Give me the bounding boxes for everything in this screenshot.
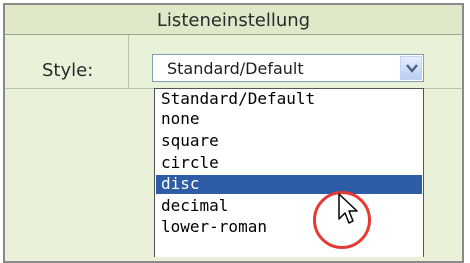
dropdown-option-circle[interactable]: circle (159, 154, 423, 173)
style-select-value: Standard/Default (167, 59, 304, 78)
dropdown-option-lower-roman[interactable]: lower-roman (159, 218, 423, 237)
style-label: Style: (42, 60, 94, 81)
chevron-down-icon (406, 64, 418, 73)
dropdown-option-square[interactable]: square (159, 132, 423, 151)
panel-header: Listeneinstellung (5, 5, 462, 35)
style-select[interactable]: Standard/Default (152, 54, 424, 82)
style-dropdown-list: Standard/Default none square circle disc… (154, 88, 424, 257)
dropdown-option-disc[interactable]: disc (156, 175, 422, 194)
select-dropdown-button[interactable] (400, 56, 422, 80)
dropdown-option-none[interactable]: none (159, 110, 423, 129)
dropdown-option-decimal[interactable]: decimal (159, 197, 423, 216)
arrow-cursor-icon (338, 193, 358, 224)
panel-title: Listeneinstellung (156, 10, 311, 31)
dropdown-option-standard-default[interactable]: Standard/Default (159, 90, 423, 109)
